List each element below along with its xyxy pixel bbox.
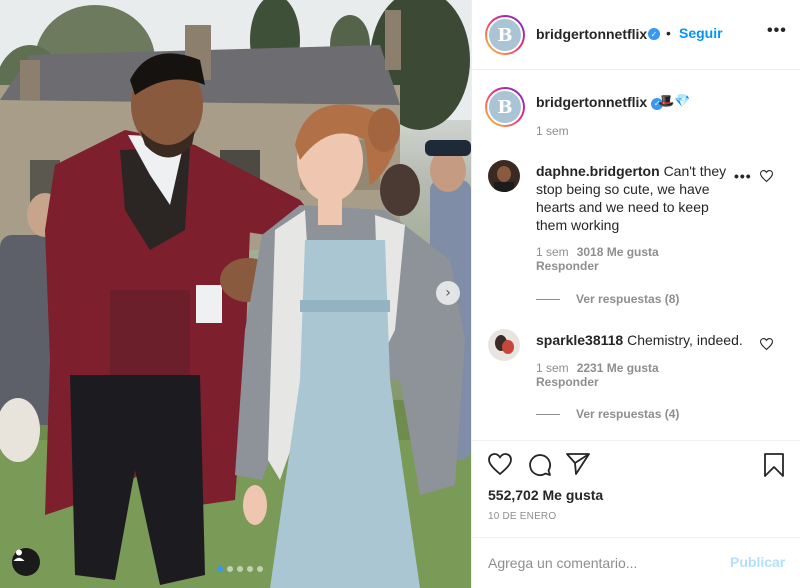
comment-meta: 1 sem 2231 Me gusta xyxy=(536,361,659,375)
comment-message: Chemistry, indeed. xyxy=(627,332,743,348)
carousel-indicator xyxy=(217,566,263,572)
chevron-right-icon: › xyxy=(445,285,451,301)
view-replies-label: Ver respuestas (8) xyxy=(576,292,680,306)
paper-plane-icon[interactable] xyxy=(566,453,590,475)
carousel-dot xyxy=(217,566,223,572)
carousel-dot xyxy=(257,566,263,572)
comment-text: daphne.bridgerton Can't they stop being … xyxy=(536,162,734,234)
comment-author[interactable]: daphne.bridgerton xyxy=(536,163,660,179)
avatar-letter: B xyxy=(487,89,523,125)
post-photo-illustration xyxy=(0,0,471,588)
carousel-dot xyxy=(247,566,253,572)
comment-likes[interactable]: 3018 Me gusta xyxy=(577,245,659,259)
carousel-dot xyxy=(227,566,233,572)
header-separator: • xyxy=(666,25,671,41)
reply-button[interactable]: Responder xyxy=(536,259,599,273)
comment-avatar-image xyxy=(488,329,520,361)
comment-text: sparkle38118 Chemistry, indeed. xyxy=(536,331,756,349)
verified-badge-icon: ✓ xyxy=(648,28,660,40)
comment-meta: 1 sem 3018 Me gusta xyxy=(536,245,659,259)
comment-timestamp[interactable]: 1 sem xyxy=(536,245,569,259)
avatar-letter: B xyxy=(487,17,523,53)
caption-line: bridgertonnetflix ✓ xyxy=(536,94,664,112)
replies-divider-line xyxy=(536,298,560,300)
post-image[interactable]: › xyxy=(0,0,471,588)
next-image-button[interactable]: › xyxy=(436,281,460,305)
post-details-panel: B bridgertonnetflix ✓ • Seguir ••• B bri… xyxy=(471,0,800,588)
heart-icon[interactable] xyxy=(488,453,512,475)
user-tag-icon xyxy=(13,549,25,561)
post-date[interactable]: 10 DE ENERO xyxy=(488,511,556,522)
more-options-icon[interactable]: ••• xyxy=(767,22,787,40)
post-header: B bridgertonnetflix ✓ • Seguir ••• xyxy=(472,0,800,70)
author-avatar[interactable]: B xyxy=(485,15,525,55)
comment-timestamp[interactable]: 1 sem xyxy=(536,361,569,375)
comment-like-icon[interactable] xyxy=(760,338,773,350)
likes-count[interactable]: 552,702 Me gusta xyxy=(488,487,603,503)
comment-author[interactable]: sparkle38118 xyxy=(536,332,623,348)
user-tag-button[interactable] xyxy=(12,548,40,576)
caption-author-username[interactable]: bridgertonnetflix xyxy=(536,94,647,110)
replies-divider-line xyxy=(536,413,560,415)
comment-avatar[interactable] xyxy=(488,160,520,192)
author-username[interactable]: bridgertonnetflix xyxy=(536,26,647,42)
follow-button[interactable]: Seguir xyxy=(679,25,723,41)
comment-composer: Publicar xyxy=(472,537,800,588)
view-replies-label: Ver respuestas (4) xyxy=(576,407,680,421)
comment-icon[interactable] xyxy=(528,453,552,477)
caption-author-avatar[interactable]: B xyxy=(485,87,525,127)
comment-like-icon[interactable] xyxy=(760,170,773,182)
comment-avatar-image xyxy=(488,160,520,192)
view-replies-button[interactable]: Ver respuestas (4) xyxy=(536,407,679,421)
reply-button[interactable]: Responder xyxy=(536,375,599,389)
publish-button[interactable]: Publicar xyxy=(730,554,785,570)
post-actions: 552,702 Me gusta 10 DE ENERO xyxy=(472,440,800,537)
comment-avatar[interactable] xyxy=(488,329,520,361)
comment-likes[interactable]: 2231 Me gusta xyxy=(577,361,659,375)
comment-options-icon[interactable]: ••• xyxy=(734,168,752,184)
comment-input[interactable] xyxy=(488,538,718,588)
view-replies-button[interactable]: Ver respuestas (8) xyxy=(536,292,679,306)
caption-timestamp[interactable]: 1 sem xyxy=(536,124,569,138)
caption-emojis: 🎩💎 xyxy=(658,93,691,108)
carousel-dot xyxy=(237,566,243,572)
bookmark-icon[interactable] xyxy=(763,453,785,477)
